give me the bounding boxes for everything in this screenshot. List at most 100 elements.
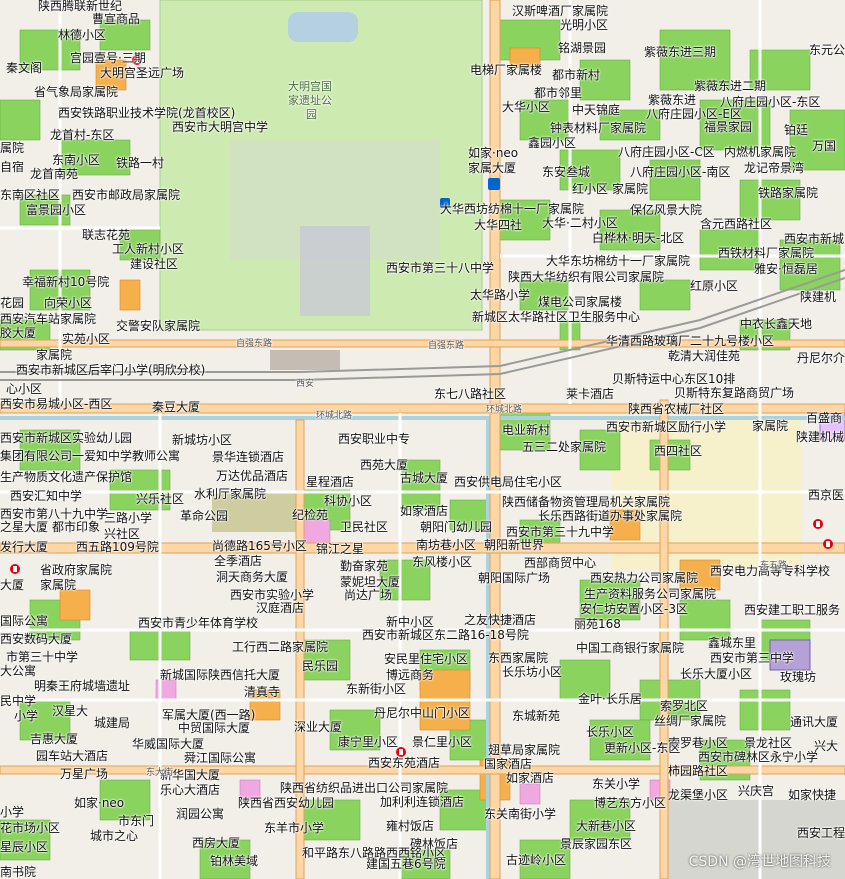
place-label[interactable]: 东元公: [809, 44, 845, 57]
place-label[interactable]: 花园: [0, 297, 24, 310]
place-label[interactable]: 家属大厦: [468, 162, 516, 175]
place-label[interactable]: 舜江国际公寓: [184, 752, 256, 765]
place-label[interactable]: 加利利连锁酒店: [380, 796, 464, 809]
place-label[interactable]: 大华西坊纺棉十一厂家属院: [440, 203, 584, 216]
place-label[interactable]: 之友快捷酒店: [464, 614, 536, 627]
place-label[interactable]: 尚德路165号小区: [212, 540, 307, 553]
place-label[interactable]: 博艺东方小区: [594, 797, 666, 810]
place-label[interactable]: 市东门: [118, 815, 154, 828]
place-label[interactable]: 福景家园: [704, 121, 752, 134]
place-label[interactable]: 安仁坊安置小区-3区: [580, 603, 688, 616]
place-label[interactable]: 大华四社: [474, 219, 522, 232]
place-label[interactable]: 柿园路社区: [668, 765, 728, 778]
place-label[interactable]: 翅草局家属院: [488, 744, 560, 757]
place-label[interactable]: 光明小区: [560, 19, 608, 32]
place-label[interactable]: 家属院: [36, 349, 72, 362]
place-label[interactable]: 丝绸厂家属院: [654, 715, 726, 728]
place-label[interactable]: 康宁里小区: [338, 736, 398, 749]
place-label[interactable]: 都市印象: [52, 521, 100, 534]
place-label[interactable]: 西安工程: [797, 827, 845, 840]
place-label[interactable]: 百盛商: [806, 412, 842, 425]
place-label[interactable]: 西安职业中专: [338, 433, 410, 446]
place-label[interactable]: 东关南街小学: [484, 808, 556, 821]
place-label[interactable]: 曹宣商品: [92, 13, 140, 26]
place-label[interactable]: 东新街小区: [346, 683, 406, 696]
place-label[interactable]: 西京医: [808, 489, 844, 502]
place-label[interactable]: 龙记帝景湾: [744, 162, 804, 175]
place-label[interactable]: 陕西储备物资管理局机关家属院: [502, 496, 670, 509]
place-label[interactable]: 龙渠堡小区: [668, 789, 728, 802]
place-label[interactable]: 东安叁城: [542, 166, 590, 179]
place-label[interactable]: 新城区太华路社区卫生服务中心: [472, 311, 640, 324]
place-label[interactable]: 雍村饭店: [386, 820, 434, 833]
map-canvas[interactable]: 陕西腾联新世纪 曹宣商品 林德小区 宫园壹号·三期 秦文阁 大明宫圣远广场 省气象局家属院西…: [0, 0, 845, 879]
place-label[interactable]: 民中学: [0, 695, 36, 708]
place-label[interactable]: 西安市新城区后宰门小学(明欣分校): [16, 364, 205, 377]
place-label[interactable]: 博远商务: [386, 669, 434, 682]
place-label[interactable]: 纪检苑: [292, 509, 328, 522]
place-label[interactable]: 勤奋家苑: [340, 560, 388, 573]
place-label[interactable]: 乐心大酒店: [160, 784, 220, 797]
place-label[interactable]: 清真寺: [244, 686, 280, 699]
place-label[interactable]: 华清西路玻璃厂二十九号楼小区: [606, 335, 774, 348]
place-label[interactable]: 景龙社区: [744, 737, 792, 750]
place-label[interactable]: 大厦: [0, 579, 24, 592]
place-label[interactable]: 铂廷: [784, 124, 808, 137]
place-label[interactable]: 市第三十中学: [6, 651, 78, 664]
place-label[interactable]: 尚达广场: [344, 589, 392, 602]
place-label[interactable]: 都市新村: [552, 69, 600, 82]
place-label[interactable]: 西安建工职工服务: [744, 604, 840, 617]
place-label[interactable]: 国际公寓: [0, 615, 48, 628]
place-label[interactable]: 东城新苑: [512, 710, 560, 723]
place-label[interactable]: 科协小区: [324, 495, 372, 508]
place-label[interactable]: 雅安·恒磊居: [754, 263, 818, 276]
place-label[interactable]: 陕西省西安幼儿园: [238, 797, 334, 810]
place-label[interactable]: 国家酒店: [484, 758, 532, 771]
place-label[interactable]: 发行大厦: [0, 541, 48, 554]
place-label[interactable]: 星程酒店: [306, 476, 354, 489]
place-label[interactable]: 吉惠大厦: [30, 733, 78, 746]
place-label[interactable]: 中国工商银行家属院: [576, 642, 684, 655]
place-label[interactable]: 丹尼尔中山门小区: [374, 707, 470, 720]
place-label[interactable]: 太华路小学: [470, 289, 530, 302]
place-label[interactable]: 钟表材料厂家属院: [550, 122, 646, 135]
road-label[interactable]: 东五路: [760, 560, 787, 573]
place-label[interactable]: 西房大厦: [192, 837, 240, 850]
place-label[interactable]: 如家·neo: [74, 797, 124, 810]
place-label[interactable]: 鑫城东里: [708, 637, 756, 650]
road-label[interactable]: 环城北路: [316, 410, 352, 423]
place-label[interactable]: 东风楼小区: [412, 556, 472, 569]
place-label[interactable]: 长乐西路街道办事处家属院: [538, 510, 682, 523]
place-label[interactable]: 家属院: [612, 183, 648, 196]
place-label[interactable]: 西安市新城区励行小学: [606, 421, 726, 434]
place-label[interactable]: 明秦王府城墙遗址: [34, 680, 130, 693]
place-label[interactable]: 如家酒店: [400, 505, 448, 518]
place-label[interactable]: 水利厅家属院: [194, 488, 266, 501]
place-label[interactable]: 西安数码大厦: [0, 633, 72, 646]
place-label[interactable]: 西五路109号院: [76, 541, 159, 554]
place-label[interactable]: 含元西路社区: [700, 218, 772, 231]
place-label[interactable]: 索罗北区: [660, 700, 708, 713]
park-label[interactable]: 园: [306, 108, 317, 121]
place-label[interactable]: 心小区: [6, 383, 42, 396]
place-label[interactable]: 西铁材料厂家属院: [718, 247, 814, 260]
place-label[interactable]: 万国: [812, 140, 836, 153]
place-label[interactable]: 省政府家属院: [40, 564, 112, 577]
place-label[interactable]: 西安市青少年体育学校: [138, 617, 258, 630]
place-label[interactable]: 电梯厂家属楼: [470, 64, 542, 77]
place-label[interactable]: 自宿: [0, 161, 24, 174]
place-label[interactable]: 莱卡酒店: [566, 388, 614, 401]
place-label[interactable]: 紫薇东进: [648, 94, 696, 107]
place-label[interactable]: 鑫园小区: [528, 137, 576, 150]
place-label[interactable]: 大华东坊棉纺十一厂家属院: [546, 255, 690, 268]
road-label[interactable]: 自强东路: [428, 340, 464, 353]
place-label[interactable]: 古迹岭小区: [506, 854, 566, 867]
place-label[interactable]: 铭湖景园: [558, 42, 606, 55]
place-label[interactable]: 西安东苑酒店: [368, 757, 440, 770]
place-label[interactable]: 西安汽车站家属院: [0, 313, 96, 326]
place-label[interactable]: 西安市大明宫中学: [172, 121, 268, 134]
place-label[interactable]: 工人新村小区: [112, 243, 184, 256]
place-label[interactable]: 西安铁路职业技术学院(龙首校区): [58, 107, 235, 120]
place-label[interactable]: 长乐小区: [586, 726, 634, 739]
place-label[interactable]: 幸福新村10号院: [22, 276, 109, 289]
